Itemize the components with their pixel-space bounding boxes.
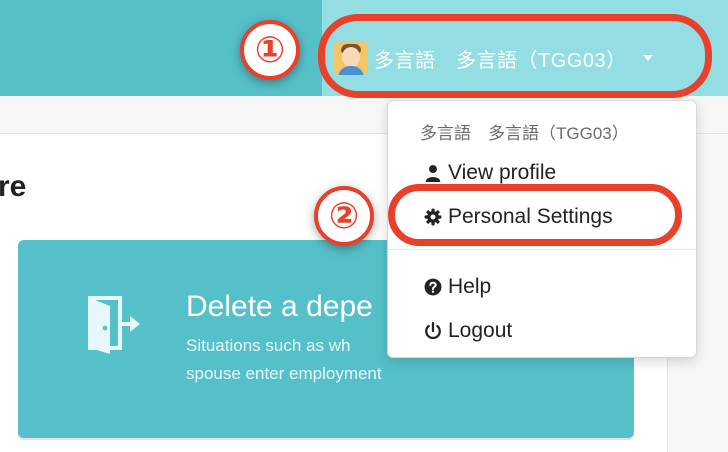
annotation-ring-user-menu — [318, 14, 712, 98]
step-badge-2: ② — [314, 186, 374, 246]
menu-item-label: Help — [448, 275, 492, 298]
section-heading: re — [0, 170, 27, 203]
question-circle-icon — [424, 278, 442, 296]
menu-divider — [388, 249, 696, 250]
user-icon — [425, 165, 441, 182]
menu-item-label: Logout — [448, 319, 513, 342]
door-exit-icon — [88, 296, 140, 354]
annotation-ring-personal-settings — [388, 184, 682, 246]
dropdown-user-name: 多言語 多言語（TGG03） — [420, 124, 629, 143]
step-badge-1: ① — [240, 20, 300, 80]
menu-item-help[interactable]: Help — [424, 271, 491, 303]
power-icon — [425, 322, 441, 340]
card-description: Situations such as wh spouse enter emplo… — [186, 336, 382, 383]
menu-item-logout[interactable]: Logout — [424, 315, 512, 347]
card-title: Delete a depe — [186, 290, 373, 323]
menu-item-label: View profile — [448, 161, 557, 184]
